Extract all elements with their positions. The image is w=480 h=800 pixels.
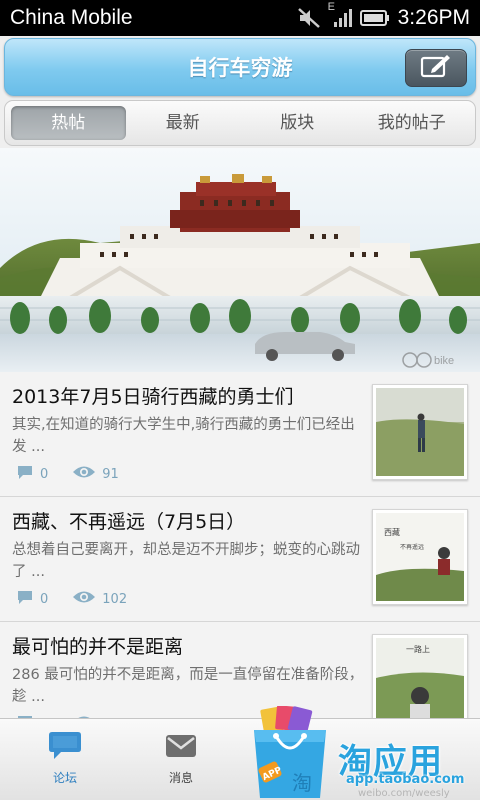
tab-hot[interactable]: 热帖	[11, 106, 126, 140]
tab-my-posts[interactable]: 我的帖子	[355, 106, 470, 140]
carrier-name: China Mobile	[10, 6, 133, 29]
banner-image[interactable]: bike	[0, 148, 480, 372]
tab-latest[interactable]: 最新	[126, 106, 241, 140]
svg-text:bike: bike	[434, 355, 454, 367]
chat-bubble-icon	[47, 729, 83, 767]
post-thumbnail	[372, 384, 468, 480]
eye-icon	[72, 464, 96, 484]
list-item[interactable]: 2013年7月5日骑行西藏的勇士们 其实,在知道的骑行大学生中,骑行西藏的勇士们…	[0, 372, 480, 497]
compose-icon	[420, 53, 452, 83]
post-title: 西藏、不再遥远（7月5日）	[12, 511, 246, 533]
title-bar: 自行车穷游	[4, 38, 476, 96]
post-excerpt: 286 最可怕的并不是距离，而是一直停留在准备阶段，趁 ...	[12, 667, 364, 705]
post-excerpt: 其实,在知道的骑行大学生中,骑行西藏的勇士们已经出发 ...	[12, 417, 355, 455]
eye-icon	[72, 589, 96, 609]
comment-count: 0	[40, 591, 49, 607]
tab-sections[interactable]: 版块	[240, 106, 355, 140]
compose-button[interactable]	[405, 49, 467, 87]
post-title: 最可怕的并不是距离	[12, 636, 184, 658]
list-item[interactable]: 西藏、不再遥远（7月5日） 总想着自己要离开，却总是迈不开脚步；蜕变的心跳动了 …	[0, 497, 480, 622]
promo-weibo: weibo.com/weesly	[358, 788, 450, 799]
comment-count: 0	[40, 466, 49, 482]
post-stats: 0 102	[16, 589, 145, 609]
shopping-bag-icon: APP 淘	[246, 705, 334, 800]
thumb-caption: 一路上	[406, 644, 430, 654]
thumb-caption: 西藏	[384, 527, 400, 537]
network-type-label: E	[327, 1, 335, 13]
nav-forum-label: 论坛	[52, 771, 77, 785]
taobao-promo-overlay: APP 淘 淘应用 app.taobao.com weibo.com/weesl…	[238, 705, 480, 800]
envelope-icon	[163, 729, 199, 767]
battery-icon	[359, 9, 390, 27]
clock: 3:26PM	[397, 6, 470, 29]
view-count: 102	[102, 591, 128, 607]
status-icons: E 3:26PM	[296, 1, 470, 30]
view-count: 91	[102, 466, 119, 482]
mute-icon	[296, 7, 322, 29]
post-excerpt: 总想着自己要离开，却总是迈不开脚步；蜕变的心跳动了 ...	[12, 542, 360, 580]
comment-icon	[16, 589, 34, 609]
thumb-caption: 不再遥远	[400, 543, 424, 551]
status-bar: China Mobile E 3:26PM	[0, 0, 480, 36]
nav-forum[interactable]: 论坛	[6, 719, 124, 800]
nav-messages-label: 消息	[168, 771, 193, 785]
signal-icon: E	[328, 1, 352, 29]
bag-char: 淘	[292, 771, 312, 795]
promo-site: app.taobao.com	[346, 772, 465, 787]
post-stats: 0 91	[16, 464, 137, 484]
post-title: 2013年7月5日骑行西藏的勇士们	[12, 386, 294, 408]
app-screen: China Mobile E 3:26PM 自行车穷游 热帖 最新 版块 我的帖…	[0, 0, 480, 800]
comment-icon	[16, 464, 34, 484]
nav-messages[interactable]: 消息	[122, 719, 240, 800]
post-thumbnail: 西藏 不再遥远	[372, 509, 468, 605]
tab-bar: 热帖 最新 版块 我的帖子	[4, 100, 476, 146]
post-list: 2013年7月5日骑行西藏的勇士们 其实,在知道的骑行大学生中,骑行西藏的勇士们…	[0, 372, 480, 720]
